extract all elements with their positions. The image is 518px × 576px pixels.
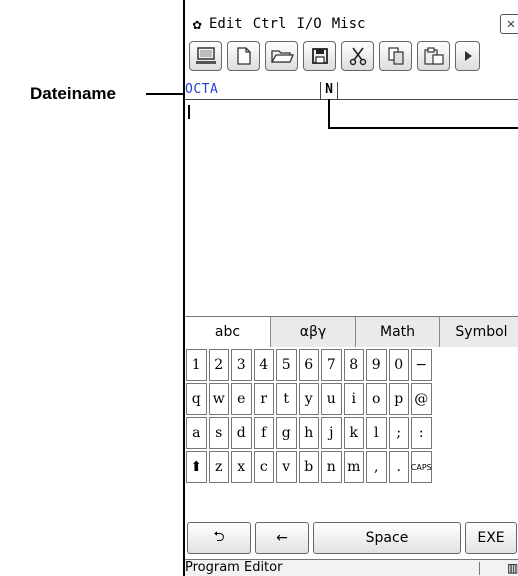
key[interactable]: n xyxy=(321,451,342,483)
key[interactable]: 1 xyxy=(186,349,207,381)
key[interactable]: 5 xyxy=(276,349,297,381)
key[interactable]: 0 xyxy=(388,349,409,381)
gear-icon[interactable]: ✿ xyxy=(185,15,209,33)
calculator-screen: ✿ Edit Ctrl I/O Misc ✕ OCTA N abc αβγ Ma… xyxy=(183,0,518,576)
key[interactable]: z xyxy=(208,451,229,483)
key[interactable]: 9 xyxy=(366,349,387,381)
key[interactable]: j xyxy=(321,417,342,449)
key[interactable]: f xyxy=(253,417,274,449)
key[interactable]: h xyxy=(298,417,319,449)
key-semicolon[interactable]: ; xyxy=(388,417,409,449)
key-comma[interactable]: , xyxy=(366,451,387,483)
key[interactable]: b xyxy=(298,451,319,483)
new-file-icon[interactable] xyxy=(227,41,260,71)
callout-leader-line xyxy=(146,93,184,95)
copy-icon[interactable] xyxy=(379,41,412,71)
battery-icon: ▥ xyxy=(507,561,518,575)
key-at[interactable]: @ xyxy=(411,383,432,415)
file-name-bar: OCTA N xyxy=(185,82,518,100)
key[interactable]: t xyxy=(276,383,297,415)
keyboard-bottom-row: ⮌ ← Space EXE xyxy=(185,522,518,558)
key[interactable]: 2 xyxy=(208,349,229,381)
key[interactable]: 4 xyxy=(253,349,274,381)
menu-bar: ✿ Edit Ctrl I/O Misc ✕ xyxy=(185,13,518,35)
paste-icon[interactable] xyxy=(417,41,450,71)
key[interactable]: a xyxy=(186,417,207,449)
menu-edit[interactable]: Edit xyxy=(209,16,243,32)
shift-key[interactable]: ⬆ xyxy=(186,451,207,483)
key[interactable]: v xyxy=(276,451,297,483)
text-cursor xyxy=(188,105,190,119)
menu-io[interactable]: I/O xyxy=(296,16,321,32)
key[interactable]: i xyxy=(343,383,364,415)
status-separator xyxy=(479,562,480,575)
key[interactable]: y xyxy=(298,383,319,415)
key[interactable]: w xyxy=(208,383,229,415)
backspace-key[interactable]: ← xyxy=(255,522,309,554)
computer-icon[interactable] xyxy=(189,41,222,71)
key[interactable]: c xyxy=(253,451,274,483)
tab-abc[interactable]: abc xyxy=(185,317,271,347)
program-editor-area[interactable] xyxy=(185,100,518,315)
menu-misc[interactable]: Misc xyxy=(332,16,366,32)
key[interactable]: 6 xyxy=(298,349,319,381)
key[interactable]: e xyxy=(231,383,252,415)
toolbar xyxy=(185,38,518,74)
key[interactable]: u xyxy=(321,383,342,415)
tab-greek[interactable]: αβγ xyxy=(271,317,356,347)
key[interactable]: o xyxy=(366,383,387,415)
tab-symbol[interactable]: Symbol xyxy=(440,317,518,347)
save-icon[interactable] xyxy=(303,41,336,71)
key[interactable]: m xyxy=(343,451,364,483)
tab-math[interactable]: Math xyxy=(356,317,440,347)
space-key[interactable]: Space xyxy=(313,522,461,554)
key[interactable]: 7 xyxy=(321,349,342,381)
key[interactable]: 3 xyxy=(231,349,252,381)
key[interactable]: d xyxy=(231,417,252,449)
return-key[interactable]: ⮌ xyxy=(187,522,251,554)
key[interactable]: g xyxy=(276,417,297,449)
caps-key[interactable]: CAPS xyxy=(411,451,432,483)
more-icon[interactable] xyxy=(455,41,480,71)
callout-label: Dateiname xyxy=(30,84,116,103)
key[interactable]: l xyxy=(366,417,387,449)
menu-ctrl[interactable]: Ctrl xyxy=(253,16,287,32)
key-colon[interactable]: : xyxy=(411,417,432,449)
file-type-marker: N xyxy=(320,82,338,99)
key-period[interactable]: . xyxy=(388,451,409,483)
open-folder-icon[interactable] xyxy=(265,41,298,71)
key[interactable]: s xyxy=(208,417,229,449)
close-icon[interactable]: ✕ xyxy=(500,14,518,34)
status-app-name: Program Editor xyxy=(185,560,283,575)
keyboard-tabs: abc αβγ Math Symbol xyxy=(185,316,518,347)
key[interactable]: p xyxy=(388,383,409,415)
key-minus[interactable]: − xyxy=(411,349,432,381)
cut-icon[interactable] xyxy=(341,41,374,71)
key[interactable]: 8 xyxy=(343,349,364,381)
status-bar: Program Editor ▥ xyxy=(185,559,518,576)
exe-key[interactable]: EXE xyxy=(465,522,517,554)
key[interactable]: x xyxy=(231,451,252,483)
key[interactable]: q xyxy=(186,383,207,415)
key[interactable]: r xyxy=(253,383,274,415)
file-name[interactable]: OCTA xyxy=(185,82,218,97)
key[interactable]: k xyxy=(343,417,364,449)
